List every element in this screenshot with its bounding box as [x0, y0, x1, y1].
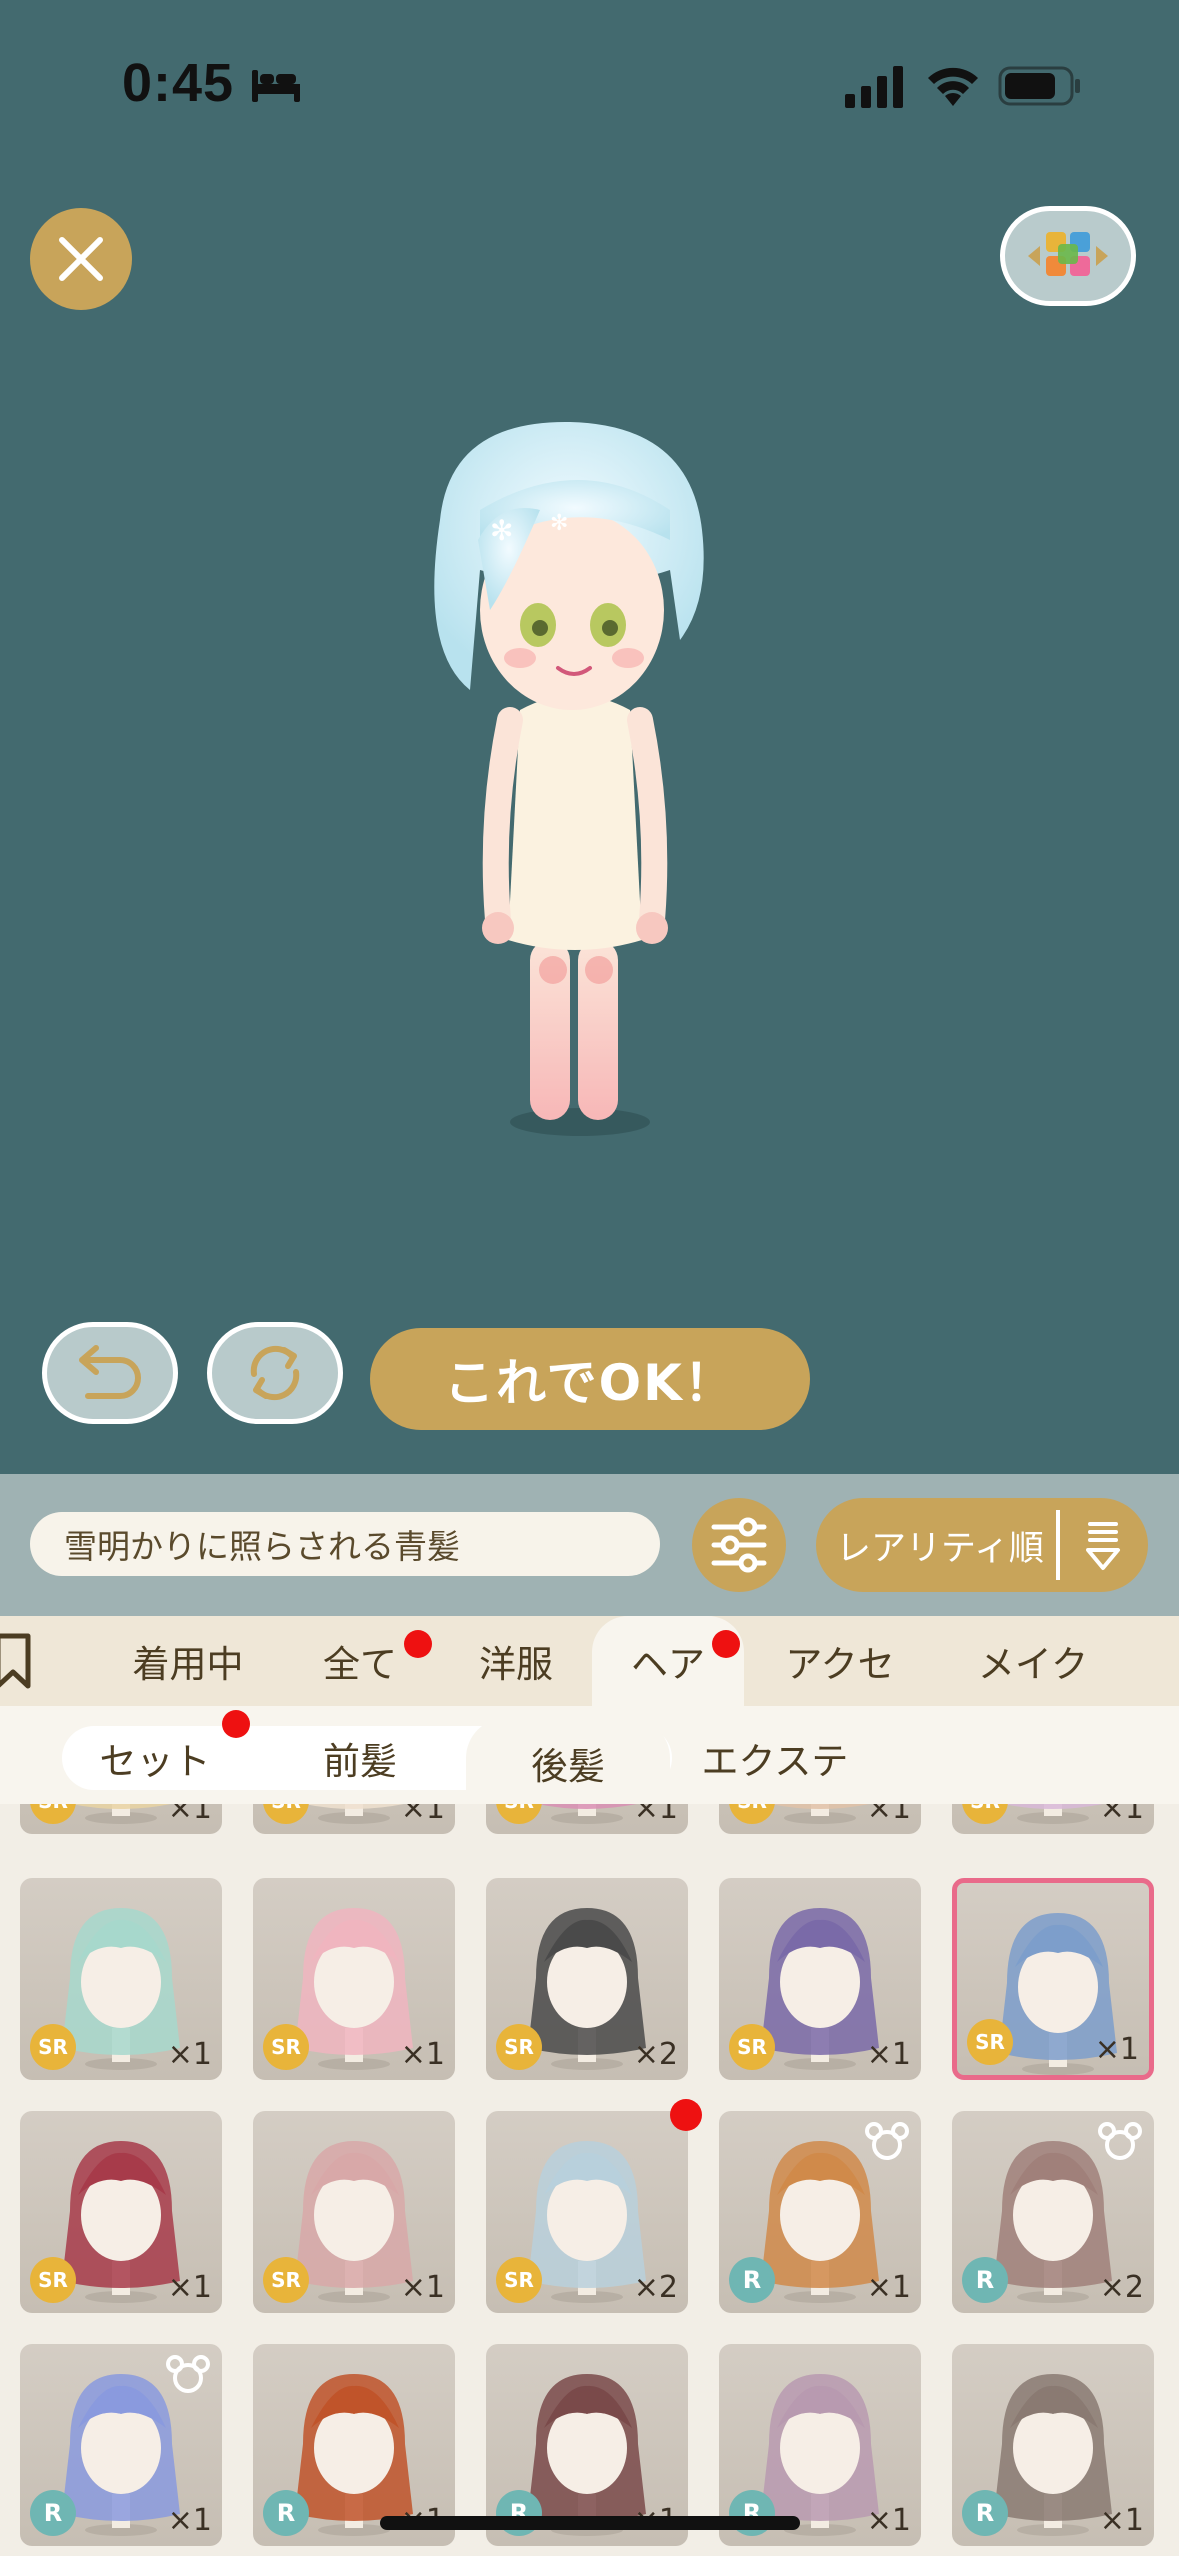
hair-item-card[interactable]: SR×1	[719, 1804, 921, 1834]
item-count: ×1	[633, 1804, 678, 1826]
rarity-badge: SR	[729, 2024, 775, 2070]
item-count: ×1	[167, 1804, 212, 1826]
rarity-badge: SR	[496, 2257, 542, 2303]
bookmark-icon[interactable]	[0, 1632, 34, 1690]
item-count: ×2	[633, 2037, 678, 2072]
category-tabs: 着用中 全て 洋服 ヘア アクセ メイク	[0, 1616, 1179, 1706]
undo-button[interactable]	[42, 1322, 178, 1424]
item-count: ×1	[866, 1804, 911, 1826]
sort-divider	[1056, 1510, 1060, 1580]
cellular-signal-icon	[845, 66, 903, 108]
rarity-badge: SR	[263, 2257, 309, 2303]
svg-text:✻: ✻	[490, 514, 513, 547]
new-item-dot	[670, 2099, 702, 2131]
item-count: ×1	[400, 2037, 445, 2072]
battery-icon	[998, 66, 1080, 106]
item-count: ×1	[1094, 2032, 1139, 2067]
hair-item-card[interactable]: SR ×1	[952, 1878, 1154, 2080]
close-icon	[59, 237, 103, 281]
sort-descending-icon	[1086, 1522, 1120, 1570]
rarity-badge: R	[263, 2490, 309, 2536]
item-count: ×1	[866, 2037, 911, 2072]
bear-ears-icon	[865, 2122, 909, 2160]
hair-item-card[interactable]: R ×1	[20, 2344, 222, 2546]
hair-item-card[interactable]: R ×2	[952, 2111, 1154, 2313]
item-count: ×1	[400, 2270, 445, 2305]
sort-label: レアリティ順	[836, 1528, 1044, 1569]
wifi-icon	[928, 67, 978, 106]
item-count: ×1	[1099, 1804, 1144, 1826]
notification-dot	[222, 1710, 250, 1738]
character-stage: 0:45 ✻ ✻ これでOK！	[0, 0, 1179, 1474]
item-count: ×1	[1099, 2503, 1144, 2538]
dress-up-screen: 0:45 ✻ ✻ これでOK！ 雪明かりに照らされる青髪 レアリティ順 着用中 …	[0, 0, 1179, 2556]
hair-item-card[interactable]: SR ×2	[486, 2111, 688, 2313]
avatar-character: ✻ ✻	[434, 421, 704, 1136]
hair-item-card[interactable]: SR ×2	[486, 1878, 688, 2080]
item-name-field[interactable]: 雪明かりに照らされる青髪	[30, 1512, 660, 1576]
item-count: ×2	[633, 2270, 678, 2305]
tab-hair[interactable]: ヘア	[592, 1616, 744, 1706]
hair-item-card[interactable]: SR×1	[952, 1804, 1154, 1834]
svg-text:✻: ✻	[550, 511, 568, 536]
item-grid: SR×1SR×1SR×1SR×1SR×1SR×1SR×1SR×2SR×1SR×1…	[0, 1804, 1179, 2556]
rarity-badge: SR	[496, 2024, 542, 2070]
item-count: ×1	[167, 2270, 212, 2305]
notification-dot	[404, 1630, 432, 1658]
hair-item-card[interactable]: SR×1	[20, 1804, 222, 1834]
hair-item-card[interactable]: SR ×1	[253, 2111, 455, 2313]
sliders-icon	[711, 1517, 767, 1573]
item-count: ×1	[167, 2503, 212, 2538]
sort-order-button[interactable]: レアリティ順	[816, 1498, 1148, 1592]
tab-wearing[interactable]: 着用中	[118, 1616, 258, 1706]
refresh-button[interactable]	[207, 1322, 343, 1424]
hair-item-card[interactable]: SR×1	[486, 1804, 688, 1834]
item-count: ×1	[866, 2270, 911, 2305]
hair-item-card[interactable]: SR ×1	[719, 1878, 921, 2080]
search-sort-bar: 雪明かりに照らされる青髪 レアリティ順	[0, 1474, 1179, 1616]
bear-ears-icon	[166, 2355, 210, 2393]
hair-item-card[interactable]: SR ×1	[253, 1878, 455, 2080]
tab-all[interactable]: 全て	[300, 1616, 420, 1706]
bear-ears-icon	[1098, 2122, 1142, 2160]
sleep-mode-icon	[252, 70, 300, 102]
rarity-badge: SR	[263, 2024, 309, 2070]
item-count: ×1	[400, 1804, 445, 1826]
refresh-icon	[250, 1345, 300, 1401]
rarity-badge: SR	[30, 2257, 76, 2303]
hair-item-card[interactable]: SR×1	[253, 1804, 455, 1834]
hair-item-card[interactable]: R ×1	[952, 2344, 1154, 2546]
color-grid-icon	[1028, 232, 1108, 276]
confirm-ok-button[interactable]: これでOK！	[370, 1328, 810, 1430]
rarity-badge: R	[30, 2490, 76, 2536]
home-indicator	[380, 2516, 800, 2530]
hair-sub-tabs: セット 前髪 後髪 エクステ	[0, 1706, 1179, 1808]
item-count: ×2	[1099, 2270, 1144, 2305]
notification-dot	[712, 1630, 740, 1658]
tab-makeup[interactable]: メイク	[958, 1616, 1108, 1706]
rarity-badge: SR	[30, 2024, 76, 2070]
hair-item-card[interactable]: SR ×1	[20, 1878, 222, 2080]
item-count: ×1	[167, 2037, 212, 2072]
rarity-badge: SR	[967, 2019, 1013, 2065]
subtab-front-hair[interactable]: 前髪	[290, 1726, 430, 1790]
color-palette-button[interactable]	[1000, 206, 1136, 306]
rarity-badge: R	[729, 2257, 775, 2303]
rarity-badge: R	[962, 2257, 1008, 2303]
subtab-back-hair[interactable]: 後髪	[466, 1718, 670, 1808]
hair-item-card[interactable]: R ×1	[719, 2111, 921, 2313]
subtab-extensions[interactable]: エクステ	[690, 1726, 860, 1790]
tab-accessory[interactable]: アクセ	[770, 1616, 910, 1706]
item-count: ×1	[866, 2503, 911, 2538]
rarity-badge: R	[962, 2490, 1008, 2536]
filter-button[interactable]	[692, 1498, 786, 1592]
status-time: 0:45	[122, 53, 235, 113]
hair-item-card[interactable]: SR ×1	[20, 2111, 222, 2313]
close-button[interactable]	[30, 208, 132, 310]
subtab-set[interactable]: セット	[80, 1726, 230, 1790]
tab-clothes[interactable]: 洋服	[456, 1616, 576, 1706]
undo-icon	[79, 1345, 141, 1399]
